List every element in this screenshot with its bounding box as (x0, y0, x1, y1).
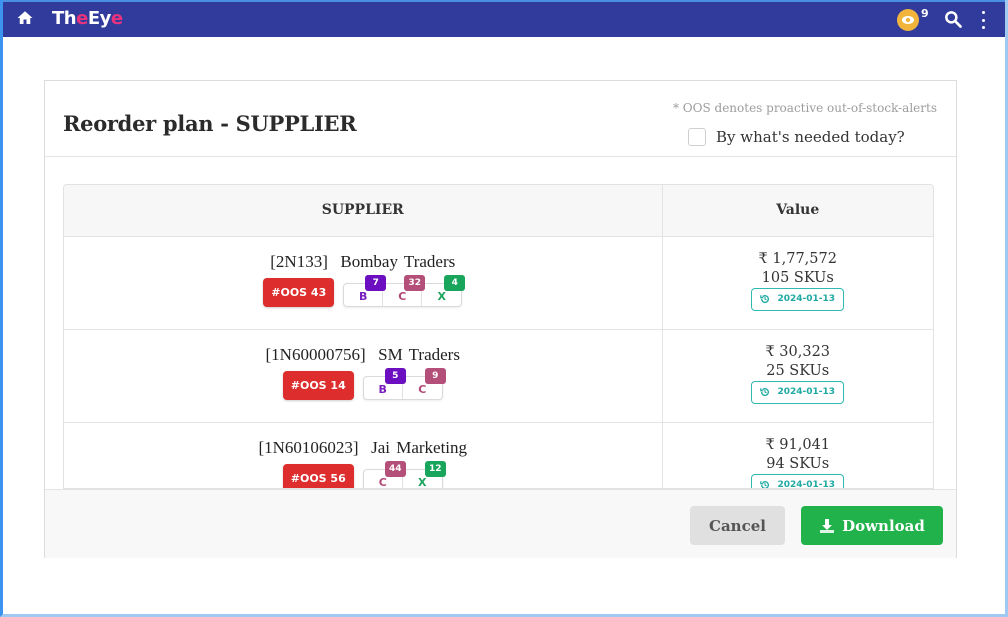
sku-count: 94 SKUs (766, 455, 830, 472)
class-label: C (398, 289, 407, 303)
eye-icon (902, 16, 914, 24)
dialog-header: Reorder plan - SUPPLIER * OOS denotes pr… (45, 81, 956, 157)
needed-today-toggle[interactable]: By what's needed today? (688, 128, 905, 146)
oos-note: * OOS denotes proactive out-of-stock-ale… (672, 101, 937, 115)
download-label: Download (842, 516, 925, 535)
logo-accent-text: e (76, 8, 88, 29)
class-count-badge: 12 (424, 460, 446, 477)
supplier-title: Bombay Traders (340, 251, 456, 271)
abc-class-chip[interactable]: B 5 (364, 367, 406, 399)
download-button[interactable]: Download (801, 506, 943, 545)
supplier-code: [1N60000756] (265, 344, 366, 364)
logo-text: Th (52, 8, 77, 29)
supplier-row[interactable]: [1N60000756] SM Traders #OOS 14 B 5 C 9 … (64, 329, 933, 423)
logo-accent-text: e (110, 8, 123, 29)
date-text: 2024-01-13 (777, 480, 836, 489)
oos-badge[interactable]: #OOS 56 (282, 463, 354, 488)
supplier-name[interactable]: [2N133] Bombay Traders (64, 252, 662, 272)
class-label: C (418, 382, 427, 396)
logo-text: Ey (87, 8, 112, 29)
notification-count: 9 (921, 7, 929, 20)
cancel-button[interactable]: Cancel (690, 506, 785, 545)
supplier-badges: #OOS 56 C 44 X 12 (64, 460, 662, 489)
supplier-name[interactable]: [1N60106023] Jai Marketing (64, 438, 662, 458)
sku-count: 25 SKUs (766, 362, 830, 379)
class-label: B (378, 382, 387, 396)
date-text: 2024-01-13 (777, 294, 836, 304)
abc-class-chip[interactable]: X 4 (422, 274, 466, 306)
supplier-code: [1N60106023] (258, 437, 359, 457)
more-vert-icon[interactable] (982, 11, 986, 29)
supplier-cell: [1N60106023] Jai Marketing #OOS 56 C 44 … (64, 422, 663, 489)
value-amount: ₹ 30,323 (765, 343, 831, 360)
class-label: C (378, 475, 387, 489)
abc-class-chip[interactable]: C 44 (364, 460, 406, 489)
download-icon (820, 518, 835, 533)
history-icon (760, 481, 770, 488)
supplier-row[interactable]: [1N60106023] Jai Marketing #OOS 56 C 44 … (64, 422, 933, 489)
column-header-supplier: SUPPLIER (64, 185, 663, 237)
class-count-badge: 4 (444, 274, 466, 291)
supplier-badges: #OOS 14 B 5 C 9 (64, 367, 662, 400)
abc-class-chip[interactable]: X 12 (403, 460, 446, 489)
supplier-badges: #OOS 43 B 7 C 32 X 4 (64, 274, 662, 307)
abc-class-group: C 44 X 12 (362, 460, 446, 489)
date-chip[interactable]: 2024-01-13 (751, 380, 845, 404)
abc-class-chip[interactable]: B 7 (344, 274, 387, 306)
class-label: X (418, 475, 427, 489)
value-cell: ₹ 30,323 25 SKUs 2024-01-13 (662, 329, 933, 423)
value-amount: ₹ 1,77,572 (758, 250, 837, 267)
value-cell: ₹ 91,041 94 SKUs 2024-01-13 (662, 422, 933, 489)
history-icon (760, 295, 770, 304)
supplier-cell: [2N133] Bombay Traders #OOS 43 B 7 C 32 … (64, 236, 663, 330)
supplier-row[interactable]: [2N133] Bombay Traders #OOS 43 B 7 C 32 … (64, 236, 933, 330)
value-cell: ₹ 1,77,572 105 SKUs 2024-01-13 (662, 236, 933, 330)
oos-badge[interactable]: #OOS 43 (263, 277, 335, 307)
notifications-button[interactable] (897, 9, 919, 31)
needed-today-checkbox[interactable] (688, 128, 706, 146)
reorder-plan-dialog: Reorder plan - SUPPLIER * OOS denotes pr… (44, 80, 957, 558)
dialog-footer: Cancel Download (45, 489, 956, 558)
sku-count: 105 SKUs (761, 269, 834, 286)
search-icon[interactable] (943, 9, 963, 29)
abc-class-chip[interactable]: C 32 (383, 274, 426, 306)
supplier-table-container[interactable]: SUPPLIER Value [2N133] Bombay Traders #O… (63, 184, 934, 489)
dialog-title: Reorder plan - SUPPLIER (63, 111, 357, 136)
supplier-title: SM Traders (378, 344, 460, 364)
app-logo[interactable]: TheEye (52, 8, 123, 29)
value-amount: ₹ 91,041 (765, 436, 831, 453)
date-text: 2024-01-13 (777, 387, 836, 397)
class-label: X (437, 289, 446, 303)
abc-class-group: B 5 C 9 (362, 367, 446, 400)
supplier-title: Jai Marketing (371, 437, 468, 457)
supplier-cell: [1N60000756] SM Traders #OOS 14 B 5 C 9 (64, 329, 663, 423)
history-icon (760, 388, 770, 397)
needed-today-label: By what's needed today? (716, 128, 905, 146)
abc-class-group: B 7 C 32 X 4 (343, 274, 466, 307)
column-header-value: Value (662, 185, 933, 237)
table-header-row: SUPPLIER Value (64, 185, 933, 237)
home-icon[interactable] (16, 9, 34, 27)
date-chip[interactable]: 2024-01-13 (751, 473, 845, 489)
date-chip[interactable]: 2024-01-13 (751, 287, 845, 311)
top-app-bar: TheEye 9 (0, 0, 1008, 37)
class-label: B (359, 289, 368, 303)
supplier-table: SUPPLIER Value [2N133] Bombay Traders #O… (64, 185, 933, 489)
supplier-name[interactable]: [1N60000756] SM Traders (64, 345, 662, 365)
abc-class-chip[interactable]: C 9 (403, 367, 446, 399)
supplier-code: [2N133] (270, 251, 328, 271)
class-count-badge: 9 (424, 367, 446, 384)
oos-badge[interactable]: #OOS 14 (282, 370, 354, 400)
